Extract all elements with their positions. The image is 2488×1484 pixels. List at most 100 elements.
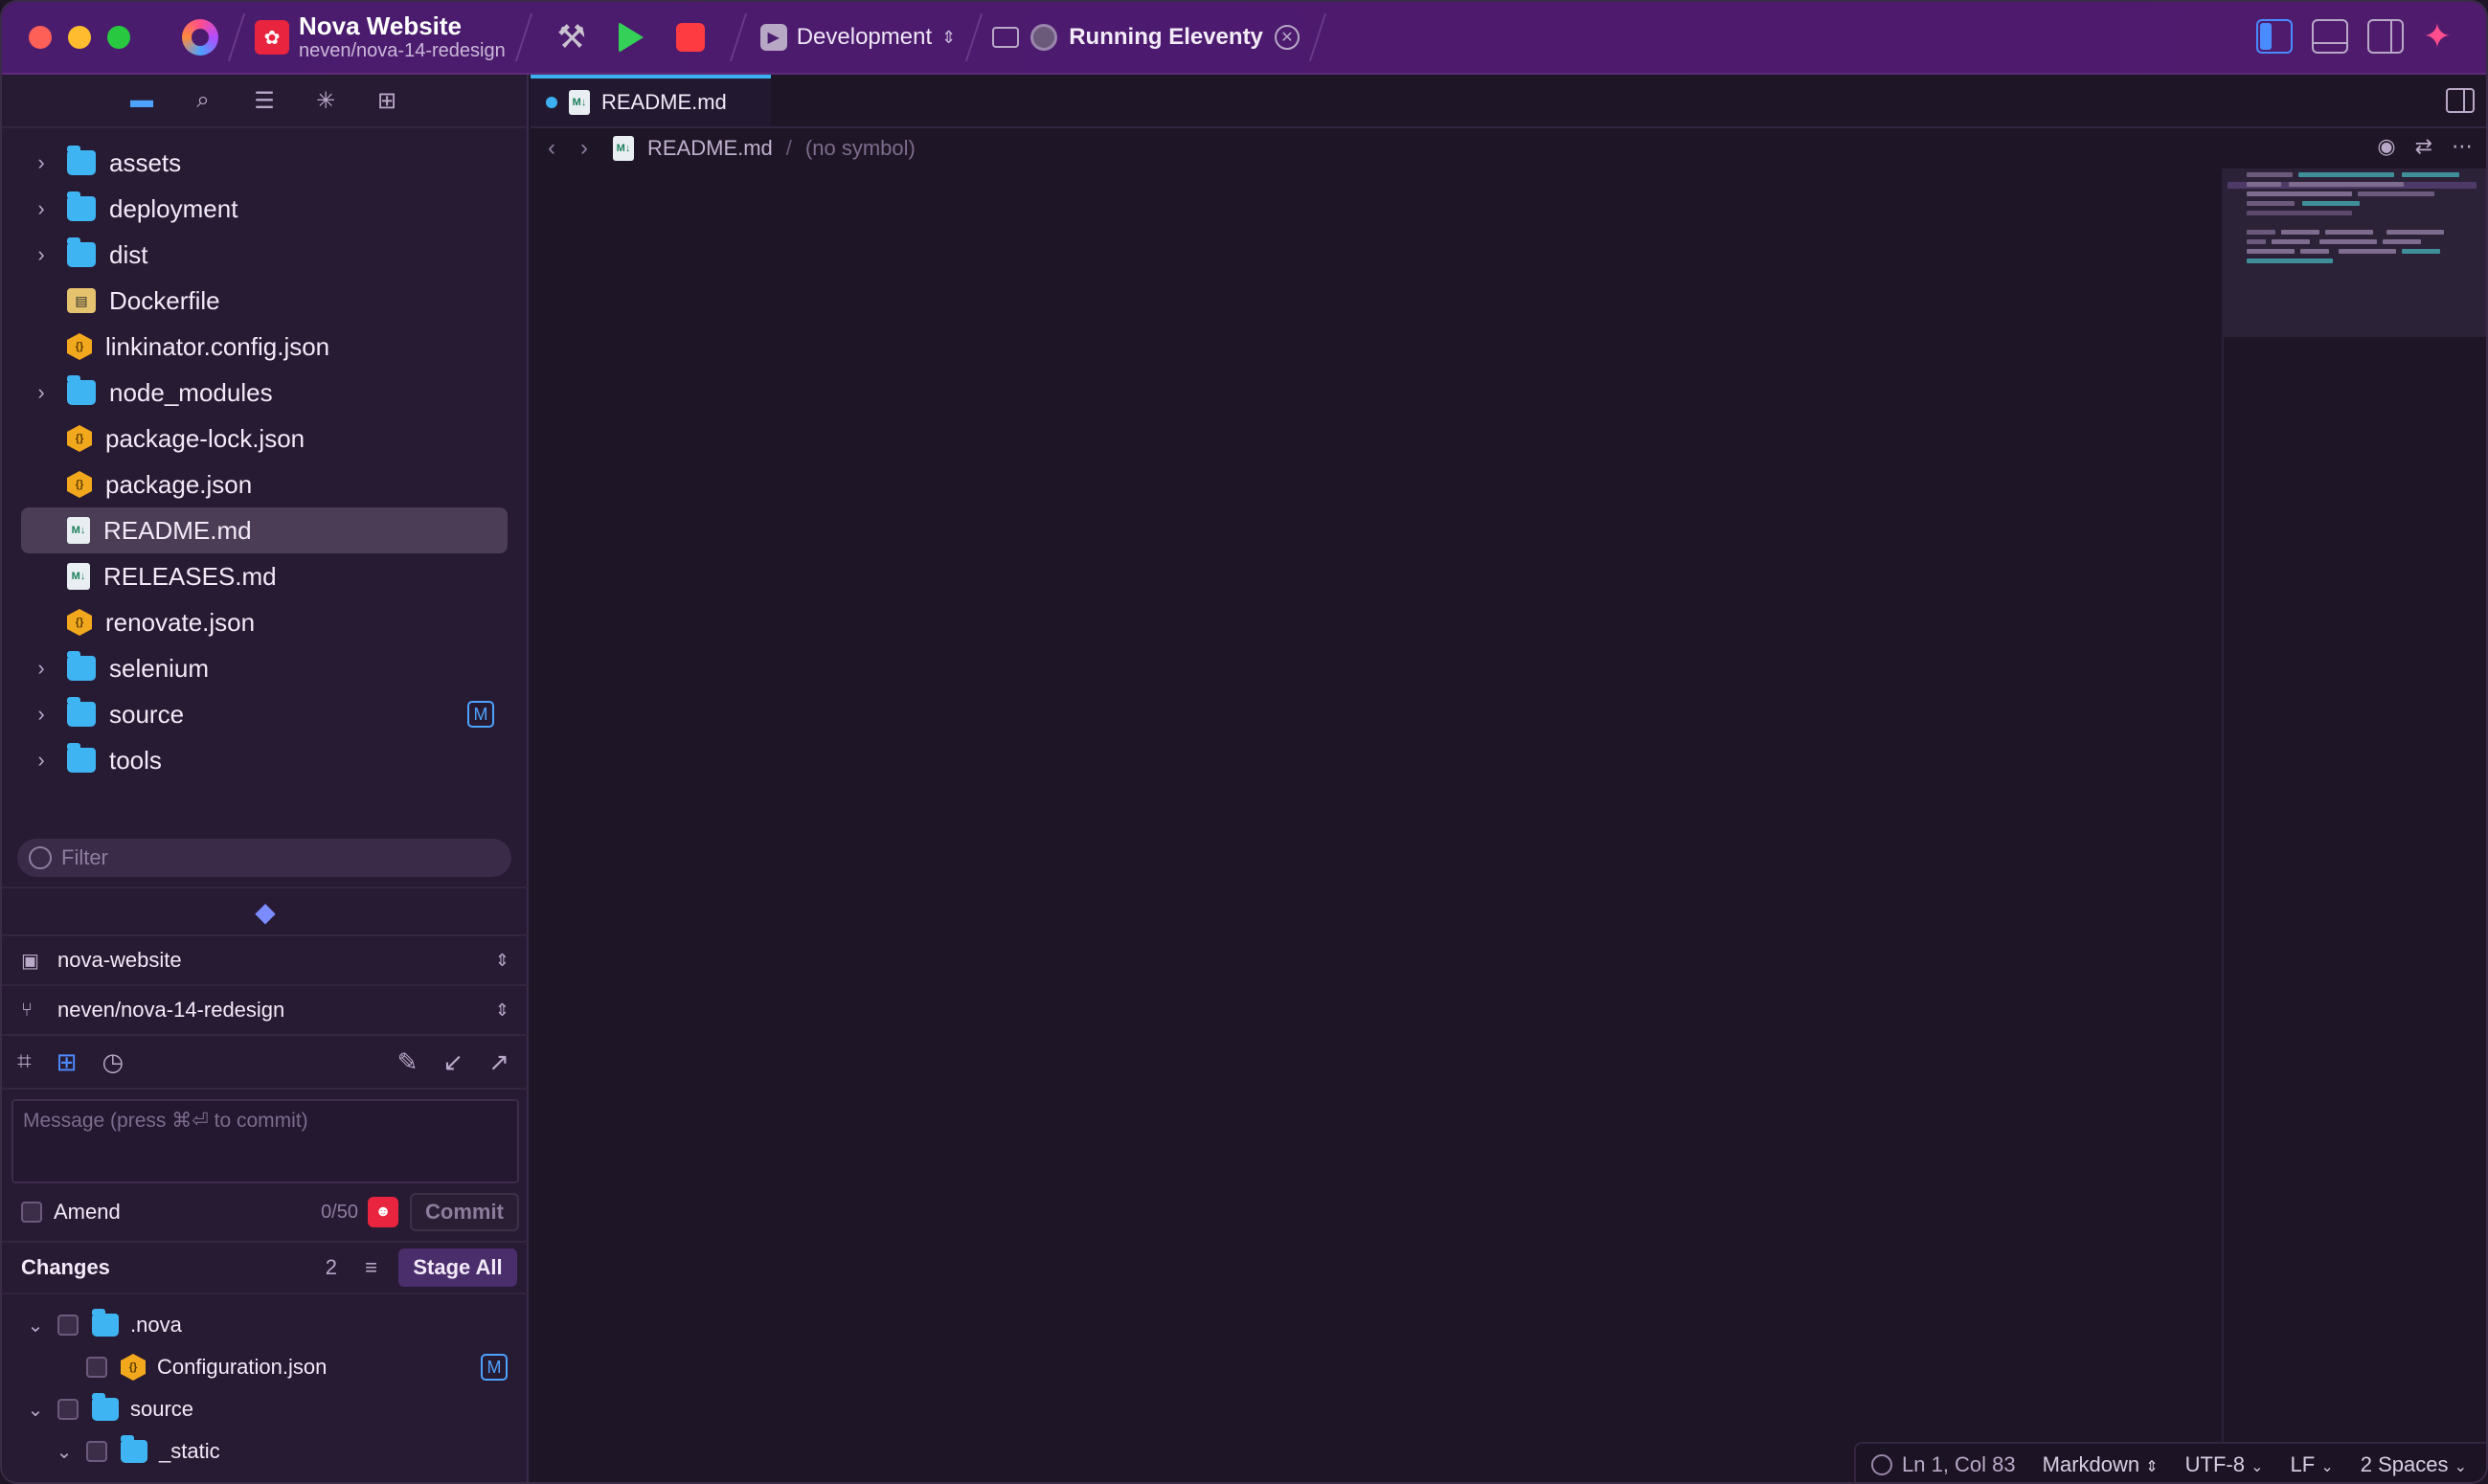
breadcrumb-symbol[interactable]: (no symbol) [805,136,916,161]
branch-selector[interactable]: ⑂ neven/nova-14-redesign ⇕ [2,986,529,1036]
folder-icon [92,1309,119,1337]
json-file-icon: {} [67,471,92,498]
change-item[interactable]: {} Configuration.json M [2,1346,529,1388]
breadcrumb-separator: / [785,136,792,160]
minimap[interactable] [2222,169,2486,1482]
filter-input[interactable] [61,845,483,870]
minimap-line [2247,249,2295,254]
encoding-selector[interactable]: UTF-8 ⌄ [2185,1452,2264,1477]
docker-file-icon: ▤ [67,288,96,313]
toggle-inspector-button[interactable] [2366,19,2404,54]
stage-checkbox[interactable] [86,1441,107,1462]
chevron-right-icon[interactable]: › [27,242,56,267]
symbols-list-icon[interactable]: ☰ [250,86,279,115]
avatar[interactable]: ☻ [368,1197,398,1227]
stage-checkbox[interactable] [57,1399,79,1420]
preview-eye-icon[interactable]: ◉ [2377,134,2395,159]
tab-readme[interactable]: M↓ README.md [531,75,771,126]
stage-checkbox[interactable] [57,1315,79,1336]
tree-item[interactable]: ▤ Dockerfile [2,278,527,324]
minimize-window-button[interactable] [68,26,91,49]
project-icon[interactable]: ✿ [255,20,289,55]
running-task[interactable]: Running Eleventy ✕ [992,24,1300,51]
tree-item[interactable]: › selenium [2,645,527,691]
chevron-right-icon[interactable]: › [27,748,56,773]
chevron-down-icon[interactable]: ⌄ [21,1398,50,1422]
nova-logo-icon[interactable] [182,19,218,56]
tree-item-label: README.md [103,515,252,545]
project-switcher[interactable]: Nova Website neven/nova-14-redesign [299,11,506,63]
minimap-line [2298,172,2394,177]
change-item[interactable]: ⌄ _static [2,1430,529,1473]
tree-item[interactable]: {} linkinator.config.json [2,324,527,370]
compare-icon[interactable]: ⇄ [2415,134,2432,159]
tree-item[interactable]: › dist [2,232,527,278]
tree-item[interactable]: › source M [2,691,527,737]
run-button[interactable] [609,15,653,59]
minimap-line [2402,172,2459,177]
minimap-line [2289,182,2404,187]
chevron-down-icon[interactable]: ⌄ [50,1440,79,1464]
grid-icon[interactable]: ⊞ [373,86,401,115]
forward-arrow-icon[interactable]: › [580,135,599,162]
commit-message-input[interactable] [23,1109,508,1174]
toggle-bottom-panel-button[interactable] [2311,19,2348,54]
language-selector[interactable]: Markdown ⇕ [2043,1452,2159,1477]
sidebar: ▬ ⌕ ☰ ✳ ⊞ › assets › deployment › dist ▤ Docker… [2,75,529,1482]
files-tab-folder-icon[interactable]: ▬ [127,86,156,115]
tree-item[interactable]: › assets [2,140,527,186]
change-item[interactable]: ⌄ .nova [2,1304,529,1346]
sparkle-icon[interactable]: ✦ [2423,19,2452,54]
push-icon[interactable]: ↗ [488,1047,509,1077]
build-button[interactable]: ⚒ [550,15,594,59]
asterisk-icon[interactable]: ✳ [311,86,340,115]
tree-item[interactable]: › tools [2,737,527,783]
tree-item[interactable]: › node_modules [2,370,527,416]
line-ending-selector[interactable]: LF ⌄ [2291,1452,2334,1477]
graph-icon[interactable]: ⌗ [17,1046,32,1077]
history-icon[interactable]: ◷ [102,1047,124,1077]
change-item[interactable]: ⌄ source [2,1388,529,1430]
stage-checkbox[interactable] [86,1357,107,1378]
back-arrow-icon[interactable]: ‹ [548,135,567,162]
commit-button[interactable]: Commit [410,1193,519,1231]
scheme-selector[interactable]: ▶ Development ⇕ [759,24,956,51]
chevron-right-icon[interactable]: › [27,380,56,405]
stage-all-button[interactable]: Stage All [398,1248,517,1287]
tree-item[interactable]: › deployment [2,186,527,232]
branch-name: neven/nova-14-redesign [57,998,285,1022]
compose-icon[interactable]: ✎ [397,1047,418,1077]
tree-item[interactable]: {} renovate.json [2,599,527,645]
indent-selector[interactable]: 2 Spaces ⌄ [2361,1452,2467,1477]
split-editor-button[interactable] [2446,88,2475,113]
chevron-right-icon[interactable]: › [27,150,56,175]
editor: M↓ README.md ‹ › M↓ README.md / (no symb… [531,75,2486,1482]
cursor-position[interactable]: Ln 1, Col 83 [1871,1452,2016,1477]
amend-checkbox[interactable] [21,1202,42,1223]
markdown-file-icon: M↓ [67,563,90,590]
chevron-down-icon: ⌄ [2320,1459,2334,1475]
stop-button[interactable] [668,15,712,59]
changes-icon[interactable]: ⊞ [57,1047,78,1077]
divider [1308,13,1327,61]
tree-item[interactable]: {} package.json [2,461,527,507]
zoom-window-button[interactable] [107,26,130,49]
tree-item[interactable]: M↓ README.md [21,507,508,553]
close-window-button[interactable] [29,26,52,49]
minimap-line [2402,249,2440,254]
chevron-down-icon[interactable]: ⌄ [21,1314,50,1338]
search-icon[interactable]: ⌕ [189,86,217,115]
chevron-right-icon[interactable]: › [27,196,56,221]
chevron-right-icon[interactable]: › [27,702,56,727]
tree-item[interactable]: M↓ RELEASES.md [2,553,527,599]
toggle-sidebar-button[interactable] [2255,19,2293,54]
file-filter[interactable] [17,839,511,877]
tree-item[interactable]: {} package-lock.json [2,416,527,461]
pull-icon[interactable]: ↙ [442,1047,464,1077]
repository-selector[interactable]: ▣ nova-website ⇕ [2,936,529,986]
options-icon[interactable]: ≡ [365,1255,377,1280]
breadcrumb-file[interactable]: README.md [647,136,773,161]
chevron-right-icon[interactable]: › [27,656,56,681]
more-icon[interactable]: ⋯ [2452,134,2473,159]
close-task-button[interactable]: ✕ [1274,25,1300,50]
